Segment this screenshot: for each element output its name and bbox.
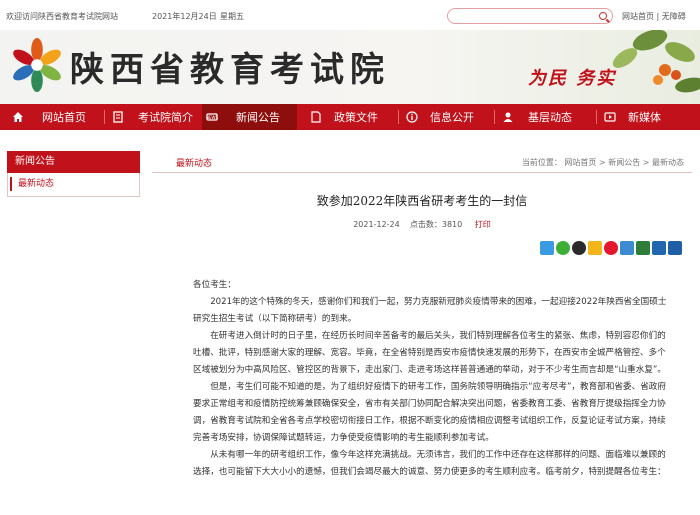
article-body: 各位考生： 2021年的这个特殊的冬天，感谢你们和我们一起，努力克服新冠肺炎疫情… (193, 277, 671, 481)
wechat-icon[interactable] (556, 241, 570, 255)
nav-label-news: 新闻公告 (236, 111, 280, 124)
article-title: 致参加2022年陕西省研考考生的一封信 (316, 194, 528, 208)
nav-item-policy[interactable]: 政策文件 (310, 104, 378, 130)
tencent-weibo-icon[interactable] (620, 241, 634, 255)
news-icon: NEWS (206, 113, 218, 121)
sidebar-item-latest[interactable]: 最新动态 (7, 173, 140, 197)
top-bar: 欢迎访问陕西省教育考试院网站 2021年12月24日 星期五 网站首页 | 无障… (0, 0, 700, 30)
nav-label-media: 新媒体 (628, 111, 661, 124)
site-title: 陕西省教育考试院 (70, 50, 390, 90)
print-link[interactable]: 打印 (475, 220, 491, 229)
people-share-icon[interactable] (668, 241, 682, 255)
douban-icon[interactable] (636, 241, 650, 255)
nav-label-home: 网站首页 (42, 111, 86, 124)
people-icon (503, 112, 513, 122)
section-header: 最新动态 当前位置： 网站首页 > 新闻公告 > 最新动态 (152, 151, 692, 173)
welcome-text: 欢迎访问陕西省教育考试院网站 (6, 12, 118, 21)
main-nav: 网站首页 考试院简介 NEWS 新闻公告 政策文件 信息公开 基层动态 新媒体 (0, 104, 700, 130)
article-views: 点击数：3810 (409, 220, 463, 229)
breadcrumb[interactable]: 当前位置： 网站首页 > 新闻公告 > 最新动态 (522, 157, 684, 168)
home-icon (13, 112, 23, 122)
article-meta: 2021-12-24 点击数：3810 打印 (152, 219, 692, 230)
article-paragraph: 从未有哪一年的研考组织工作，像今年这样充满挑战。无须讳言，我们的工作中还存在这样… (193, 450, 666, 477)
site-banner: 陕西省教育考试院 为民 务实 (0, 30, 700, 104)
main-content: 最新动态 当前位置： 网站首页 > 新闻公告 > 最新动态 致参加2022年陕西… (152, 151, 692, 255)
article-paragraph: 但是，考生们可能不知道的是，为了组织好疫情下的研考工作，国务院领导明确指示“应考… (193, 382, 666, 443)
site-slogan: 为民 务实 (528, 68, 617, 89)
nav-label-local: 基层动态 (528, 111, 572, 124)
article-greeting: 各位考生： (193, 280, 236, 290)
search-input[interactable] (447, 8, 613, 24)
top-links[interactable]: 网站首页 | 无障碍 (622, 11, 686, 22)
renren-icon[interactable] (652, 241, 666, 255)
nav-item-about[interactable]: 考试院简介 (112, 104, 193, 130)
date-text: 2021年12月24日 (152, 12, 217, 21)
nav-label-disclosure: 信息公开 (430, 111, 474, 124)
share-bar (540, 241, 682, 255)
site-logo-icon (13, 37, 61, 93)
nav-item-media[interactable]: 新媒体 (604, 104, 661, 130)
search-icon[interactable] (599, 12, 607, 20)
document-icon (113, 111, 123, 123)
nav-label-policy: 政策文件 (334, 111, 378, 124)
media-icon (604, 112, 616, 122)
info-icon (406, 111, 418, 123)
article-paragraph: 2021年的这个特殊的冬天，感谢你们和我们一起，努力克服新冠肺炎疫情带来的困难，… (193, 297, 667, 324)
svg-text:NEWS: NEWS (206, 115, 218, 120)
weekday-text: 星期五 (220, 12, 244, 21)
share-more-icon[interactable] (540, 241, 554, 255)
nav-item-disclosure[interactable]: 信息公开 (406, 104, 474, 130)
weibo-icon[interactable] (604, 241, 618, 255)
section-title: 最新动态 (176, 159, 213, 169)
article-date: 2021-12-24 (353, 220, 400, 229)
qzone-icon[interactable] (588, 241, 602, 255)
nav-item-local[interactable]: 基层动态 (502, 104, 572, 130)
sidebar: 新闻公告 最新动态 (7, 151, 140, 197)
sidebar-heading: 新闻公告 (7, 151, 140, 173)
nav-item-news[interactable]: NEWS 新闻公告 (202, 104, 297, 130)
file-icon (311, 111, 321, 123)
qq-icon[interactable] (572, 241, 586, 255)
nav-label-about: 考试院简介 (138, 111, 193, 124)
nav-item-home[interactable]: 网站首页 (12, 104, 86, 130)
article-paragraph: 在研考进入倒计时的日子里，在经历长时间辛苦备考的最后关头，我们特别理解各位考生的… (193, 331, 666, 375)
